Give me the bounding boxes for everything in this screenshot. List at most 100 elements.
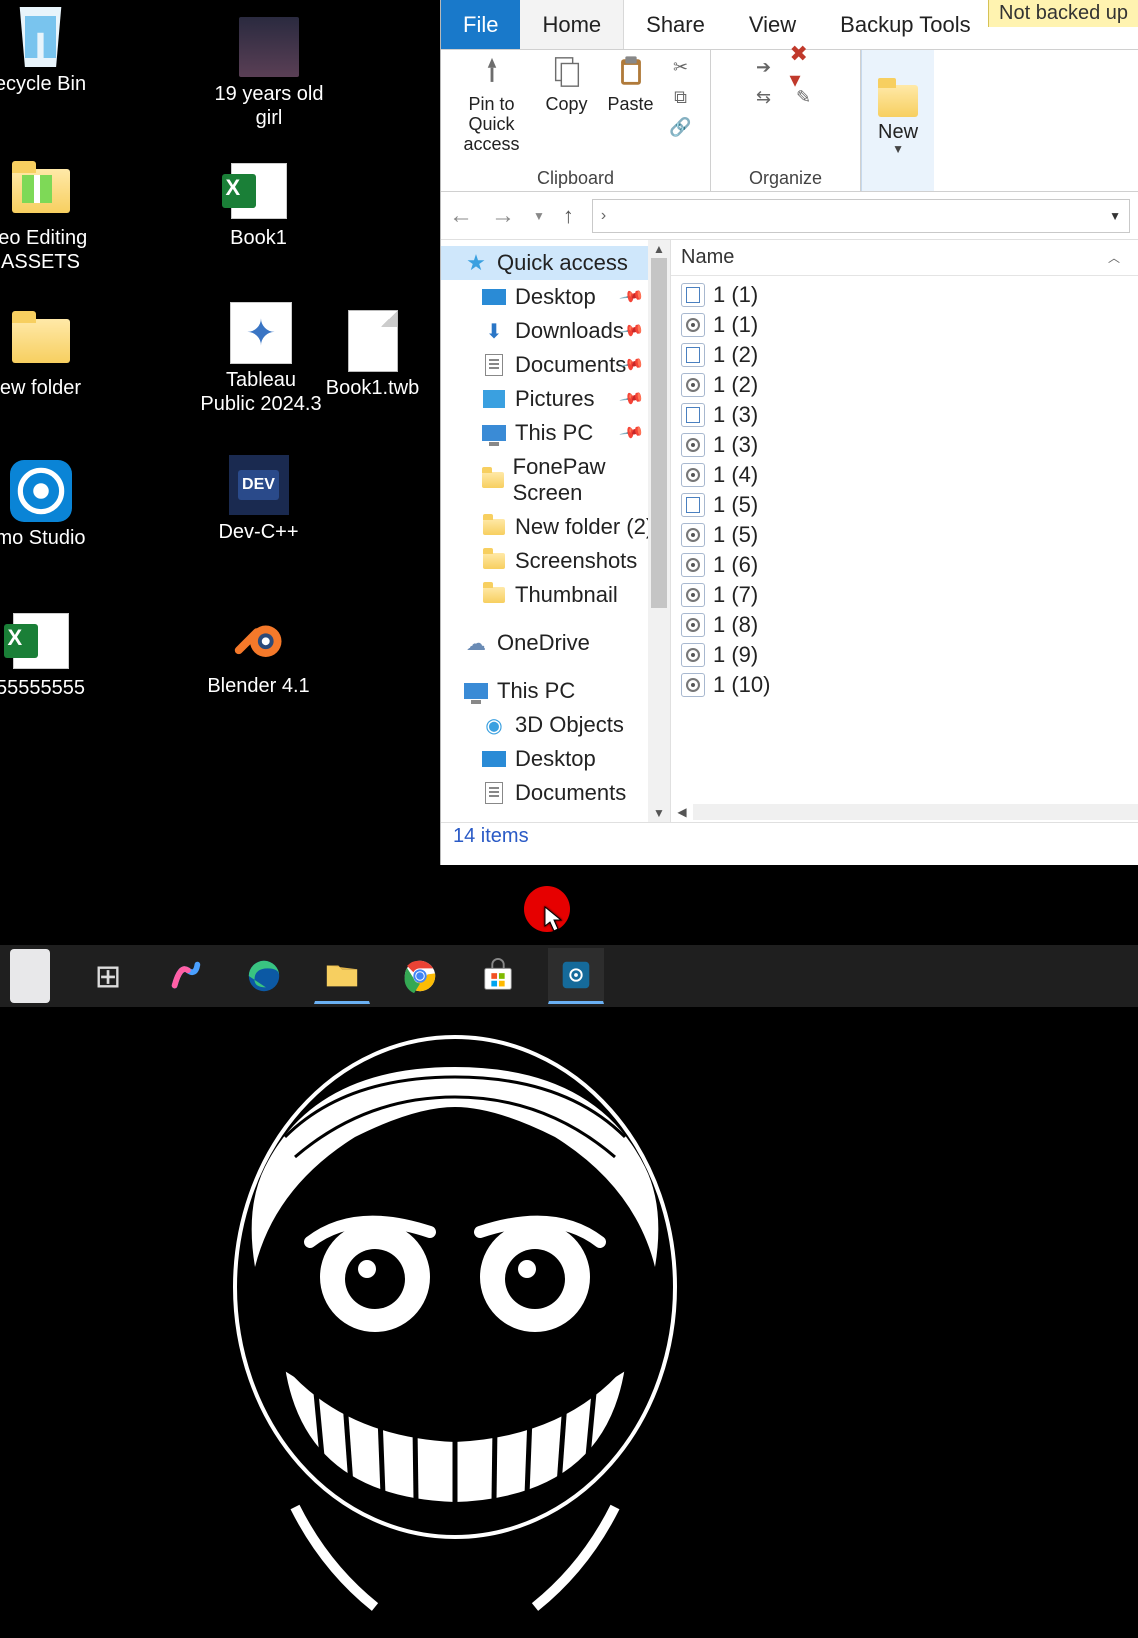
- rename-button[interactable]: ✎: [789, 84, 819, 110]
- document-file-icon: [681, 343, 705, 367]
- desktop-icon-new-folder[interactable]: ew folder: [0, 310, 93, 400]
- taskbar-settings-button[interactable]: [548, 948, 604, 1004]
- desktop-icon-excel2[interactable]: X 55555555: [0, 610, 93, 700]
- taskbar-edge-button[interactable]: [236, 948, 292, 1004]
- nav-forward-button[interactable]: →: [491, 202, 515, 230]
- task-view-icon: ⊞: [95, 957, 122, 995]
- folder-icon: [482, 472, 504, 488]
- file-name: 1 (3): [713, 432, 758, 458]
- file-row[interactable]: 1 (10): [671, 670, 1138, 700]
- taskbar-chrome-button[interactable]: [392, 948, 448, 1004]
- pin-to-quick-access-button[interactable]: Pin to Quick access: [452, 54, 532, 154]
- copy-path-button[interactable]: ⧉: [666, 84, 696, 110]
- breadcrumb-chevron-icon[interactable]: ›: [601, 207, 606, 225]
- scroll-thumb[interactable]: [651, 258, 667, 608]
- icon-label: Blender 4.1: [206, 674, 311, 698]
- taskbar-file-explorer-button[interactable]: [314, 948, 370, 1004]
- paste-button[interactable]: Paste: [602, 54, 660, 114]
- file-row[interactable]: 1 (3): [671, 400, 1138, 430]
- file-row[interactable]: 1 (2): [671, 340, 1138, 370]
- scroll-up-icon[interactable]: ▲: [648, 240, 670, 258]
- file-row[interactable]: 1 (8): [671, 610, 1138, 640]
- nav-onedrive[interactable]: ☁OneDrive: [441, 626, 670, 660]
- avatar-icon: [239, 17, 299, 77]
- group-label: Clipboard: [537, 168, 614, 189]
- desktop-icon-tableau[interactable]: ✦ Tableau Public 2024.3: [196, 302, 326, 416]
- tab-home[interactable]: Home: [520, 0, 624, 49]
- nav-pictures[interactable]: Pictures📌: [441, 382, 670, 416]
- desktop-icon-camo[interactable]: mo Studio: [0, 460, 93, 550]
- paste-shortcut-button[interactable]: 🔗: [666, 114, 696, 140]
- file-row[interactable]: 1 (5): [671, 520, 1138, 550]
- taskbar-ms-store-button[interactable]: [470, 948, 526, 1004]
- file-row[interactable]: 1 (9): [671, 640, 1138, 670]
- desktop-icon-avatar[interactable]: 19 years old girl: [204, 16, 334, 130]
- desktop-icon-video-assets[interactable]: leo Editing ASSETS: [0, 160, 93, 274]
- file-list-pane: Name ︿ 1 (1)1 (1)1 (2)1 (2)1 (3)1 (3)1 (…: [671, 240, 1138, 822]
- nav-documents-2[interactable]: Documents: [441, 776, 670, 810]
- desktop-icon-book1-twb[interactable]: Book1.twb: [320, 310, 425, 400]
- navigation-pane: ★Quick access Desktop📌 ⬇Downloads📌 Docum…: [441, 240, 671, 822]
- chevron-down-icon[interactable]: ▼: [1109, 209, 1121, 223]
- delete-button[interactable]: ✖ ▾: [789, 54, 819, 80]
- nav-new-folder-2[interactable]: New folder (2): [441, 510, 670, 544]
- column-header-name[interactable]: Name ︿: [671, 240, 1138, 276]
- file-row[interactable]: 1 (7): [671, 580, 1138, 610]
- file-row[interactable]: 1 (3): [671, 430, 1138, 460]
- nav-this-pc[interactable]: This PC: [441, 674, 670, 708]
- nav-desktop[interactable]: Desktop📌: [441, 280, 670, 314]
- taskbar-start-button[interactable]: [2, 948, 58, 1004]
- clipboard-mini-buttons: ✂ ⧉ 🔗: [666, 54, 700, 140]
- tab-backup-tools[interactable]: Backup Tools: [818, 0, 992, 49]
- status-bar: 14 items: [441, 822, 1138, 852]
- nav-screenshots[interactable]: Screenshots: [441, 544, 670, 578]
- desktop-icon-blender[interactable]: Blender 4.1: [206, 608, 311, 698]
- file-row[interactable]: 1 (5): [671, 490, 1138, 520]
- file-row[interactable]: 1 (4): [671, 460, 1138, 490]
- nav-downloads[interactable]: ⬇Downloads📌: [441, 314, 670, 348]
- nav-3d-objects[interactable]: ◉3D Objects: [441, 708, 670, 742]
- scroll-left-icon[interactable]: ◀: [671, 805, 693, 819]
- scroll-down-icon[interactable]: ▼: [648, 804, 670, 822]
- horizontal-scrollbar[interactable]: ◀: [671, 802, 1138, 822]
- tab-file[interactable]: File: [441, 0, 520, 49]
- not-backed-up-badge[interactable]: Not backed up: [988, 0, 1138, 27]
- sort-indicator-icon: ︿: [1108, 249, 1120, 266]
- address-bar[interactable]: › ▼: [592, 199, 1130, 233]
- nav-up-button[interactable]: ↑: [563, 203, 574, 229]
- folder-icon: [483, 519, 505, 535]
- tab-share[interactable]: Share: [624, 0, 727, 49]
- nav-quick-access[interactable]: ★Quick access: [441, 246, 670, 280]
- file-row[interactable]: 1 (6): [671, 550, 1138, 580]
- chevron-down-icon: ▼: [892, 142, 904, 156]
- file-row[interactable]: 1 (1): [671, 280, 1138, 310]
- nav-history-button[interactable]: ▼: [533, 209, 545, 223]
- nav-documents[interactable]: Documents📌: [441, 348, 670, 382]
- taskbar-task-view-button[interactable]: ⊞: [80, 948, 136, 1004]
- pin-icon: 📌: [618, 283, 646, 311]
- cut-button[interactable]: ✂: [666, 54, 696, 80]
- nav-back-button[interactable]: ←: [449, 202, 473, 230]
- file-row[interactable]: 1 (2): [671, 370, 1138, 400]
- taskbar-copilot-button[interactable]: [158, 948, 214, 1004]
- icon-label: 19 years old girl: [204, 82, 334, 130]
- nav-desktop-2[interactable]: Desktop: [441, 742, 670, 776]
- desktop-icon-devcpp[interactable]: DEV Dev-C++: [206, 454, 311, 544]
- nav-thumbnail[interactable]: Thumbnail: [441, 578, 670, 612]
- paste-icon: [613, 54, 649, 90]
- desktop-icon-book1[interactable]: X Book1: [206, 160, 311, 250]
- file-name: 1 (6): [713, 552, 758, 578]
- nav-fonepaw[interactable]: FonePaw Screen: [441, 450, 670, 510]
- bottom-image: [120, 1007, 790, 1627]
- nav-scrollbar[interactable]: ▲ ▼: [648, 240, 670, 822]
- file-name: 1 (3): [713, 402, 758, 428]
- desktop-icon-recycle-bin[interactable]: ecycle Bin: [0, 6, 93, 96]
- nav-this-pc-pinned[interactable]: This PC📌: [441, 416, 670, 450]
- ribbon: Pin to Quick access Copy Paste ✂ ⧉: [441, 50, 1138, 192]
- move-to-button[interactable]: ➔: [749, 54, 779, 80]
- new-button[interactable]: New ▼: [861, 50, 934, 191]
- copy-to-button[interactable]: ⇆: [749, 84, 779, 110]
- file-row[interactable]: 1 (1): [671, 310, 1138, 340]
- copy-button[interactable]: Copy: [538, 54, 596, 114]
- camera-icon: [10, 460, 72, 522]
